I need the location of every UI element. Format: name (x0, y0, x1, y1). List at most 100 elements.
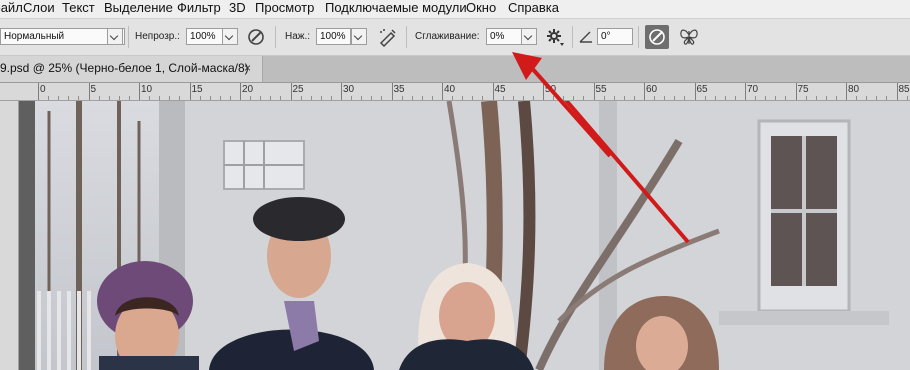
ruler-minor-tick (421, 96, 423, 100)
vertical-ruler[interactable] (0, 101, 19, 370)
ruler-minor-tick (118, 96, 120, 100)
ruler-minor-tick (815, 96, 817, 100)
close-icon[interactable]: × (244, 61, 251, 75)
ruler-tick (846, 83, 847, 100)
ruler-tick (139, 83, 140, 100)
photo-canvas[interactable] (19, 101, 910, 370)
ruler-minor-tick (886, 96, 888, 100)
menu-help[interactable]: Справка (508, 0, 559, 18)
ruler-tick-label: 60 (646, 84, 658, 95)
ruler-minor-tick (199, 96, 201, 100)
left-window (223, 140, 305, 190)
ruler-tick (745, 83, 746, 100)
ruler-minor-tick (835, 96, 837, 100)
ruler-tick-label: 15 (191, 84, 203, 95)
ruler-tick-label: 20 (242, 84, 254, 95)
menu-3d[interactable]: 3D (229, 0, 246, 18)
document-tab[interactable]: 9.psd @ 25% (Черно-белое 1, Слой-маска/8… (0, 56, 263, 82)
airbrush-pressure-icon[interactable] (246, 27, 266, 47)
ruler-minor-tick (866, 96, 868, 100)
ruler-minor-tick (613, 96, 615, 100)
ruler-tick (88, 83, 90, 100)
ruler-minor-tick (411, 96, 413, 100)
menu-select[interactable]: Выделение (104, 0, 173, 18)
menu-view[interactable]: Просмотр (255, 0, 314, 18)
ruler-minor-tick (280, 96, 282, 100)
pressure-value: 100% (320, 31, 346, 42)
horizontal-ruler[interactable]: 0510152025303540455055606570758085 (36, 83, 910, 101)
ruler-tick-label: 65 (696, 84, 708, 95)
ruler-minor-tick (68, 96, 70, 100)
opacity-dropdown[interactable] (222, 28, 238, 45)
symmetry-butterfly-icon[interactable] (678, 27, 700, 47)
canvas-area[interactable] (19, 101, 910, 370)
menu-layers[interactable]: Слои (23, 0, 55, 18)
smoothing-label: Сглаживание: (415, 31, 480, 42)
ruler-minor-tick (209, 96, 211, 100)
ruler-minor-tick (583, 96, 585, 100)
ruler-minor-tick (805, 96, 807, 100)
separator (406, 26, 407, 48)
ruler-minor-tick (48, 96, 50, 100)
airbrush-icon[interactable] (378, 27, 398, 47)
angle-field[interactable]: 0° (597, 28, 633, 45)
ruler-tick-label: 80 (848, 84, 860, 95)
ruler-tick (694, 83, 696, 100)
separator (128, 26, 129, 48)
menu-text[interactable]: Текст (62, 0, 95, 18)
ruler-tick-label: 5 (90, 84, 97, 95)
separator (275, 26, 276, 48)
menu-plugins[interactable]: Подключаемые модули (325, 0, 467, 18)
ruler-minor-tick (250, 96, 252, 100)
pressure-size-toggle[interactable] (645, 25, 669, 49)
ruler-minor-tick (765, 96, 767, 100)
ruler-tick (240, 83, 241, 100)
menu-window[interactable]: Окно (466, 0, 496, 18)
ruler-minor-tick (654, 96, 656, 100)
ruler-tick-label: 25 (292, 84, 304, 95)
ruler-minor-tick (502, 96, 504, 100)
menu-file[interactable]: файл (0, 0, 23, 18)
ruler-minor-tick (704, 96, 706, 100)
ruler-tick (38, 83, 39, 100)
menu-filter[interactable]: Фильтр (177, 0, 221, 18)
document-tab-bar: 9.psd @ 25% (Черно-белое 1, Слой-маска/8… (0, 56, 910, 83)
blend-mode-dropdown[interactable] (107, 28, 123, 45)
ruler-minor-tick (462, 96, 464, 100)
ruler-tick (290, 83, 292, 100)
ruler-minor-tick (229, 96, 231, 100)
angle-value: 0° (601, 31, 611, 42)
ruler-minor-tick (351, 96, 353, 100)
ruler-minor-tick (149, 96, 151, 100)
ruler-minor-tick (452, 96, 454, 100)
ruler-minor-tick (603, 96, 605, 100)
ruler-minor-tick (674, 96, 676, 100)
ruler-tick-label: 30 (343, 84, 355, 95)
ruler-minor-tick (310, 96, 312, 100)
options-bar: Нормальный Непрозр.: 100% Наж.: 100% Сгл… (0, 19, 910, 56)
opacity-field[interactable]: 100% (186, 28, 223, 45)
ruler-minor-tick (664, 96, 666, 100)
angle-icon (579, 31, 592, 43)
ruler-minor-tick (785, 96, 787, 100)
ruler-minor-tick (179, 96, 181, 100)
ruler-minor-tick (330, 96, 332, 100)
blend-mode-value: Нормальный (4, 31, 65, 42)
ruler-tick (593, 83, 595, 100)
ruler-minor-tick (633, 96, 635, 100)
ruler-minor-tick (906, 96, 908, 100)
pressure-field[interactable]: 100% (316, 28, 351, 45)
ruler-minor-tick (159, 96, 161, 100)
ruler-minor-tick (522, 96, 524, 100)
separator (572, 26, 573, 48)
ruler-tick-label: 10 (141, 84, 153, 95)
ruler-tick (391, 83, 393, 100)
ruler-minor-tick (371, 96, 373, 100)
ruler-minor-tick (219, 96, 221, 100)
ruler-minor-tick (714, 96, 716, 100)
ruler-minor-tick (361, 96, 363, 100)
ruler-tick (442, 83, 443, 100)
pressure-label: Наж.: (285, 31, 311, 42)
ruler-minor-tick (401, 96, 403, 100)
pressure-dropdown[interactable] (351, 28, 367, 45)
